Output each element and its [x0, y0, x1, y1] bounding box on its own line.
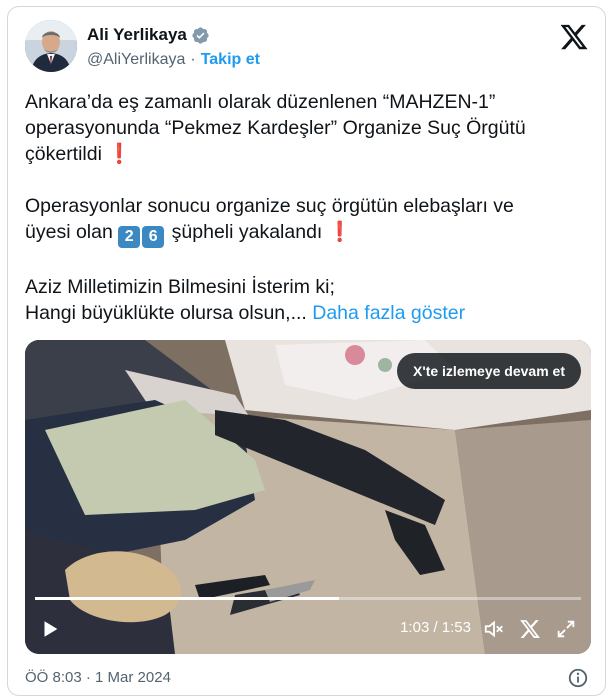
play-icon[interactable] — [39, 618, 61, 640]
info-icon[interactable] — [567, 667, 589, 689]
avatar[interactable] — [25, 20, 77, 72]
video-progress-fill — [35, 597, 340, 600]
p2-line2-post: şüpheli yakalandı — [171, 221, 323, 243]
keycap-digit-2: 2 — [118, 226, 141, 248]
fullscreen-icon[interactable] — [555, 618, 577, 640]
paragraph-3: Aziz Milletimizin Bilmesini İsterim ki; … — [25, 274, 595, 326]
follow-button[interactable]: Takip et — [201, 51, 260, 69]
tweet-header: Ali Yerlikaya @AliYerlikaya · Takip et — [25, 20, 591, 76]
tweet-text: Ankara’da eş zamanlı olarak düzenlenen “… — [25, 89, 595, 326]
display-name[interactable]: Ali Yerlikaya — [87, 25, 187, 45]
p3-line2: Hangi büyüklükte olursa olsun,... — [25, 302, 307, 324]
handle-row: @AliYerlikaya · Takip et — [87, 51, 260, 69]
tweet-card: Ali Yerlikaya @AliYerlikaya · Takip et A… — [7, 6, 606, 696]
show-more-link[interactable]: Daha fazla göster — [312, 302, 465, 324]
video-player[interactable]: X'te izlemeye devam et 1:03 / 1:53 — [25, 340, 591, 654]
handle[interactable]: @AliYerlikaya — [87, 51, 185, 69]
separator-dot: · — [190, 51, 196, 68]
p3-line1: Aziz Milletimizin Bilmesini İsterim ki; — [25, 276, 335, 298]
mute-icon[interactable] — [483, 618, 505, 640]
p1-line3: çökertildi — [25, 143, 102, 165]
p1-line2: operasyonunda “Pekmez Kardeşler” Organiz… — [25, 117, 526, 139]
x-logo-icon[interactable] — [559, 22, 589, 52]
video-time: 1:03 / 1:53 — [400, 619, 471, 636]
tweet-timestamp[interactable]: ÖÖ 8:03 · 1 Mar 2024 — [25, 669, 171, 686]
exclamation-emoji: ❗ — [107, 143, 132, 165]
exclamation-emoji: ❗ — [327, 221, 353, 243]
p1-line1: Ankara’da eş zamanlı olarak düzenlenen “… — [25, 91, 496, 113]
name-row: Ali Yerlikaya — [87, 25, 210, 45]
verified-badge-icon — [192, 26, 209, 44]
continue-on-x-button[interactable]: X'te izlemeye devam et — [397, 353, 581, 389]
keycap-digit-6: 6 — [142, 226, 165, 248]
video-progress-bar[interactable] — [35, 597, 581, 600]
x-watermark-icon[interactable] — [519, 618, 541, 640]
paragraph-1: Ankara’da eş zamanlı olarak düzenlenen “… — [25, 89, 595, 167]
p2-line1: Operasyonlar sonucu organize suç örgütün… — [25, 195, 514, 217]
p2-line2-pre: üyesi olan — [25, 221, 113, 243]
video-controls: 1:03 / 1:53 — [25, 604, 591, 654]
paragraph-2: Operasyonlar sonucu organize suç örgütün… — [25, 193, 595, 248]
